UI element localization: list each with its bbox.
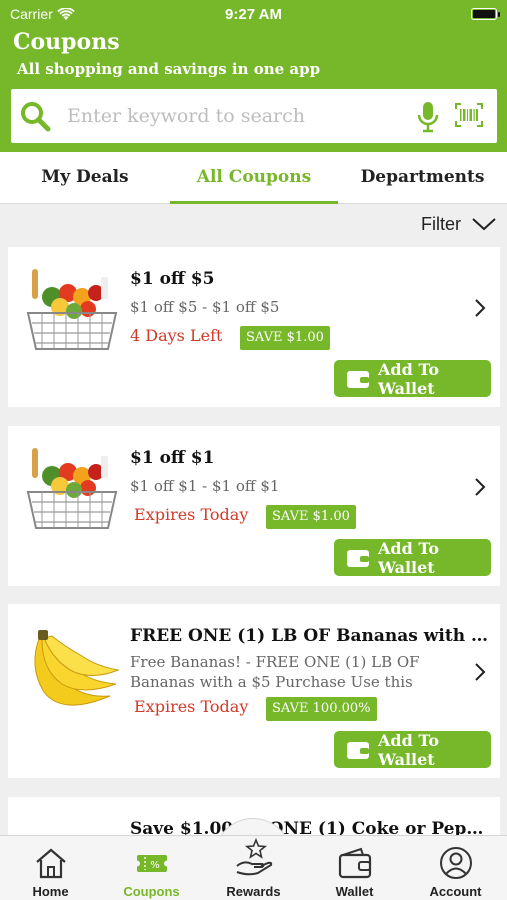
chevron-right-icon[interactable] bbox=[474, 477, 486, 497]
coupon-title: FREE ONE (1) LB OF Bananas with a $5 Pur… bbox=[130, 626, 492, 646]
filter-button[interactable]: Filter bbox=[421, 212, 497, 236]
bananas-image bbox=[34, 630, 120, 706]
save-badge: SAVE $1.00 bbox=[240, 326, 330, 350]
save-badge: SAVE 100.00% bbox=[266, 697, 377, 721]
coupon-description: $1 off $1 - $1 off $1 bbox=[130, 477, 280, 495]
coupon-card[interactable]: FREE ONE (1) LB OF Bananas with a $5 Pur… bbox=[8, 604, 500, 778]
coupon-description: $1 off $5 - $1 off $5 bbox=[130, 298, 280, 316]
nav-home-label: Home bbox=[32, 884, 69, 899]
coupon-card[interactable]: $1 off $5 $1 off $5 - $1 off $5 4 Days L… bbox=[8, 247, 500, 407]
save-badge: SAVE $1.00 bbox=[266, 505, 356, 529]
add-to-wallet-button[interactable]: Add To Wallet bbox=[334, 538, 491, 577]
nav-wallet-label: Wallet bbox=[335, 884, 374, 899]
nav-coupons[interactable]: % Coupons bbox=[101, 836, 202, 900]
coupon-description: Free Bananas! - FREE ONE (1) LB OF Banan… bbox=[130, 653, 420, 691]
wallet-icon bbox=[347, 370, 369, 388]
filter-label: Filter bbox=[421, 213, 461, 234]
nav-rewards[interactable]: Rewards bbox=[203, 836, 304, 900]
battery-icon bbox=[471, 8, 500, 20]
rewards-icon bbox=[235, 838, 272, 876]
tab-bar: My Deals All Coupons Departments bbox=[0, 152, 507, 204]
chevron-right-icon[interactable] bbox=[474, 662, 486, 682]
wallet-icon bbox=[347, 549, 369, 567]
status-bar: Carrier 9:27 AM bbox=[0, 0, 507, 28]
microphone-icon[interactable] bbox=[415, 101, 441, 133]
add-to-wallet-button[interactable]: Add To Wallet bbox=[334, 359, 491, 398]
app-header: Carrier 9:27 AM Coupons All shopping and… bbox=[0, 0, 507, 152]
chevron-down-icon bbox=[472, 218, 496, 231]
page-title: Coupons bbox=[13, 29, 120, 55]
coupon-card[interactable]: $1 off $1 $1 off $1 - $1 off $1 Expires … bbox=[8, 426, 500, 586]
grocery-basket-image bbox=[26, 269, 118, 350]
barcode-scan-icon[interactable] bbox=[455, 103, 483, 127]
tab-all-coupons[interactable]: All Coupons bbox=[170, 152, 338, 204]
coupon-title: $1 off $1 bbox=[130, 448, 215, 468]
nav-account-label: Account bbox=[429, 884, 482, 899]
tab-departments[interactable]: Departments bbox=[338, 152, 507, 204]
svg-text:%: % bbox=[150, 860, 160, 871]
wallet-icon bbox=[347, 741, 369, 759]
wallet-icon bbox=[338, 847, 371, 879]
page-subtitle: All shopping and savings in one app bbox=[17, 60, 321, 78]
active-tab-indicator bbox=[170, 201, 338, 204]
status-time: 9:27 AM bbox=[225, 6, 282, 23]
nav-rewards-label: Rewards bbox=[226, 884, 281, 899]
add-to-wallet-label: Add To Wallet bbox=[378, 538, 440, 577]
nav-wallet[interactable]: Wallet bbox=[304, 836, 405, 900]
coupon-expiry: 4 Days Left bbox=[130, 326, 223, 345]
chevron-right-icon[interactable] bbox=[474, 298, 486, 318]
search-bar bbox=[11, 89, 497, 143]
nav-home[interactable]: Home bbox=[0, 836, 101, 900]
search-icon bbox=[21, 102, 51, 132]
coupon-expiry: Expires Today bbox=[134, 697, 249, 716]
coupon-icon: % bbox=[133, 855, 170, 872]
add-to-wallet-button[interactable]: Add To Wallet bbox=[334, 730, 491, 769]
bottom-nav: Home % Coupons Rewards Wallet Account bbox=[0, 835, 507, 900]
home-icon bbox=[35, 848, 66, 879]
coupon-title: $1 off $5 bbox=[130, 269, 215, 289]
nav-coupons-label: Coupons bbox=[123, 884, 180, 899]
add-to-wallet-label: Add To Wallet bbox=[378, 730, 440, 769]
search-input[interactable] bbox=[67, 99, 367, 133]
coupon-expiry: Expires Today bbox=[134, 505, 249, 524]
add-to-wallet-label: Add To Wallet bbox=[378, 359, 440, 398]
nav-account[interactable]: Account bbox=[405, 836, 506, 900]
tab-my-deals[interactable]: My Deals bbox=[0, 152, 170, 204]
account-icon bbox=[439, 847, 472, 879]
grocery-basket-image bbox=[26, 448, 118, 529]
